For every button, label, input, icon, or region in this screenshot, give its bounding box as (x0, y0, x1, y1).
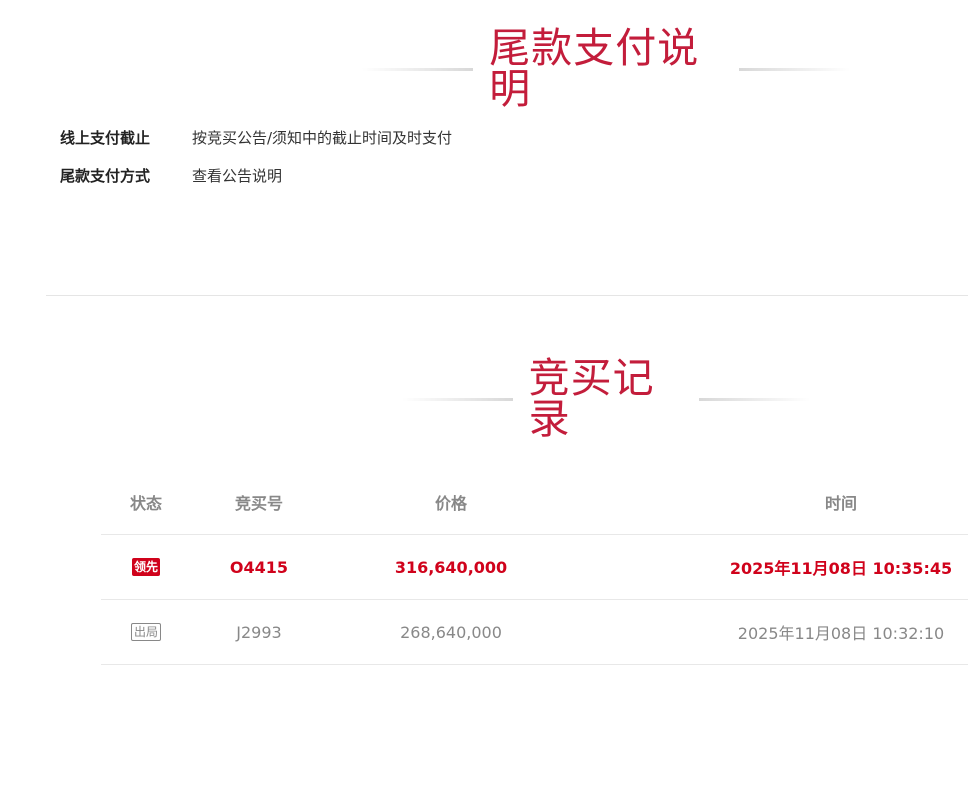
time-cell: 2025年11月08日 10:32:10 (737, 624, 945, 643)
header-time: 时间 (824, 494, 857, 513)
title-decoration-left (402, 397, 513, 401)
bid-no-cell: O4415 (229, 557, 289, 577)
payment-section-title: 尾款支付说明 (346, 28, 866, 110)
status-cell: 领先 (117, 535, 175, 599)
title-decoration-left (362, 67, 474, 71)
payment-info: 线上支付截止 按竞买公告/须知中的截止时间及时支付 尾款支付方式 查看公告说明 (60, 118, 452, 194)
table-header: 状态 竞买号 价格 时间 (101, 470, 968, 535)
bid-no-cell: J2993 (236, 622, 282, 642)
records-section-title: 竞买记录 (386, 358, 826, 440)
payment-title: 尾款支付说明 (489, 24, 700, 113)
deadline-label: 线上支付截止 (60, 128, 151, 147)
header-bid-no: 竞买号 (234, 494, 283, 513)
title-decoration-right (738, 67, 850, 71)
header-status: 状态 (129, 494, 162, 513)
table-row: 出局 J2993 268,640,000 2025年11月08日 10:32:1… (101, 600, 968, 665)
title-decoration-right (699, 397, 811, 401)
table-row: 领先 O4415 316,640,000 2025年11月08日 10:35:4… (101, 535, 968, 600)
records-title: 竞买记录 (528, 354, 655, 443)
time-cell: 2025年11月08日 10:35:45 (729, 559, 953, 578)
leading-badge: 领先 (131, 558, 160, 576)
status-cell: 出局 (117, 600, 175, 664)
header-price: 价格 (434, 494, 467, 513)
method-label: 尾款支付方式 (60, 166, 151, 185)
price-cell: 268,640,000 (400, 622, 502, 642)
price-cell: 316,640,000 (394, 557, 508, 577)
bid-records-table: 状态 竞买号 价格 时间 领先 O4415 316,640,000 2025年1… (101, 470, 968, 665)
section-divider (46, 295, 968, 296)
method-value: 查看公告说明 (192, 166, 283, 185)
out-badge: 出局 (130, 623, 161, 641)
deadline-value: 按竞买公告/须知中的截止时间及时支付 (192, 128, 453, 147)
method-row: 尾款支付方式 查看公告说明 (60, 156, 452, 194)
deadline-row: 线上支付截止 按竞买公告/须知中的截止时间及时支付 (60, 118, 452, 156)
